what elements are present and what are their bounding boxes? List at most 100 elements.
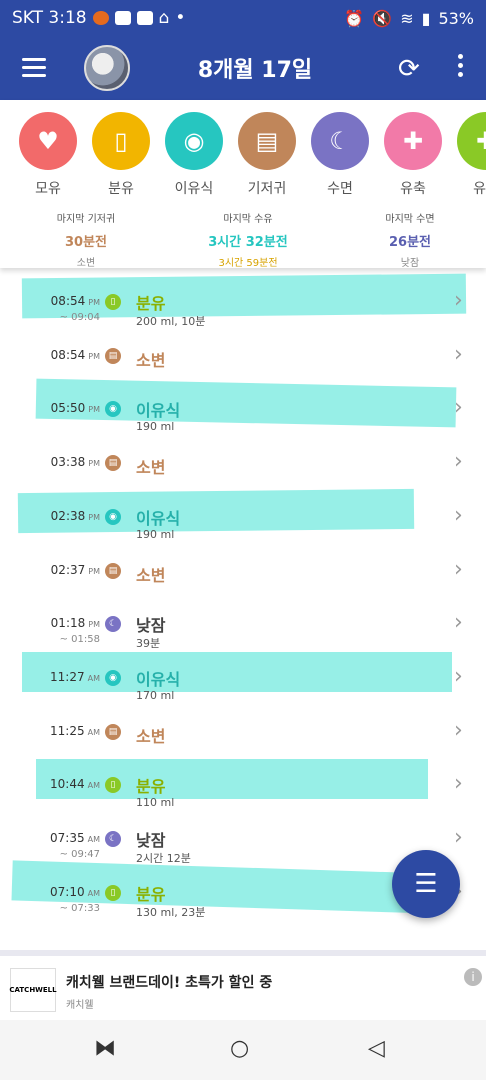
time-value: 11:27	[50, 669, 85, 684]
chevron-right-icon[interactable]: ›	[454, 557, 463, 582]
bottle-icon: ▯	[105, 884, 121, 901]
record-time: 03:38 PM	[30, 455, 100, 469]
record-time: 07:35 AM	[30, 831, 100, 845]
list-item[interactable]: 03:38 PM ▤ 소변 ›	[0, 437, 486, 493]
home-button-icon[interactable]: ○	[230, 1036, 249, 1061]
record-end-time: ~ 07:33	[59, 902, 100, 914]
ampm: AM	[87, 727, 100, 737]
time-value: 02:37	[50, 562, 86, 577]
ampm: AM	[87, 835, 100, 844]
record-name: 분유	[136, 294, 166, 313]
chevron-right-icon[interactable]: ›	[454, 449, 463, 474]
category-5[interactable]: ✚ 유축	[383, 112, 443, 198]
record-time: 07:10 AM	[30, 885, 100, 899]
ampm: AM	[87, 888, 100, 898]
category-4[interactable]: ☾ 수면	[310, 112, 370, 198]
notification-icon	[136, 11, 153, 25]
summary-value: 30분전	[64, 235, 107, 250]
category-label: 분유	[108, 181, 134, 197]
chevron-right-icon[interactable]: ›	[454, 664, 463, 689]
category-label: 기저귀	[247, 181, 287, 197]
record-name: 이유식	[136, 508, 181, 528]
list-item[interactable]: 11:25 AM ▤ 소변 ›	[0, 706, 486, 762]
system-nav-bar: ⧓ ○ ◁	[0, 1020, 486, 1080]
record-name: 소변	[136, 350, 166, 370]
time-value: 02:38	[50, 508, 86, 523]
record-detail: 190 ml	[136, 420, 175, 434]
list-item[interactable]: 02:37 PM ▤ 소변 ›	[0, 545, 486, 601]
avatar[interactable]	[84, 45, 130, 91]
record-name: 낮잠	[136, 831, 166, 850]
ampm: PM	[88, 351, 100, 361]
category-label: 이유식	[174, 181, 214, 197]
mute-icon: 🔇	[372, 8, 393, 28]
recents-icon[interactable]: ⧓	[94, 1036, 116, 1061]
list-item[interactable]: 10:44 AM ▯ 분유 110 ml ›	[0, 759, 486, 815]
record-name: 분유	[136, 884, 166, 904]
category-0[interactable]: ♥ 모유	[18, 112, 78, 198]
time-value: 07:35	[50, 831, 85, 845]
summary-value: 26분전	[388, 235, 431, 250]
list-item[interactable]: 02:38 PM ◉ 이유식 190 ml ›	[0, 488, 486, 547]
record-time: 01:18 PM	[30, 616, 100, 630]
summary-2: 마지막 수면 26분전 낮잠	[335, 210, 485, 268]
chevron-right-icon[interactable]: ›	[454, 288, 463, 313]
chevron-right-icon[interactable]: ›	[454, 825, 463, 850]
chevron-right-icon[interactable]: ›	[454, 395, 463, 420]
time-value: 08:54	[50, 347, 86, 362]
chevron-right-icon[interactable]: ›	[454, 503, 463, 528]
list-item[interactable]: 08:54 PM ▤ 소변 ›	[0, 330, 486, 386]
ad-title: 캐치웰 브랜드데이! 초특가 할인 중	[66, 975, 273, 991]
category-label: 유축	[400, 181, 426, 197]
ampm: AM	[87, 781, 100, 791]
summary-title: 마지막 수유	[223, 214, 273, 225]
sleep-icon: ☾	[105, 616, 121, 633]
notification-icon	[92, 11, 109, 25]
diaper-icon: ▤	[105, 723, 121, 740]
ampm: PM	[88, 566, 100, 576]
ampm: PM	[88, 620, 100, 630]
record-end-time: ~ 01:58	[59, 634, 100, 646]
record-time: 08:54 PM	[30, 294, 100, 308]
record-time: 05:50 PM	[30, 401, 100, 415]
more-icon[interactable]	[450, 54, 470, 82]
alarm-icon: ⏰	[344, 8, 365, 28]
list-item[interactable]: 11:27 AM ◉ 이유식 170 ml ›	[0, 651, 486, 708]
diaper-icon: ▤	[105, 347, 121, 364]
summary-sub: 소변	[76, 258, 96, 268]
record-time: 11:27 AM	[30, 670, 100, 684]
category-3[interactable]: ▤ 기저귀	[237, 112, 297, 198]
chevron-right-icon[interactable]: ›	[454, 718, 463, 743]
record-detail: 170 ml	[136, 688, 175, 702]
battery-level: 53%	[438, 8, 474, 28]
info-icon[interactable]: i	[464, 968, 482, 986]
category-6[interactable]: ✚ 유축	[456, 112, 486, 198]
record-name: 이유식	[136, 401, 181, 421]
chevron-right-icon[interactable]: ›	[454, 342, 463, 367]
record-name: 소변	[136, 565, 166, 585]
diaper-icon: ▤	[105, 562, 121, 579]
list-item[interactable]: 01:18 PM ~ 01:58 ☾ 낮잠 39분 ›	[0, 598, 486, 654]
back-icon[interactable]: ◁	[368, 1036, 385, 1061]
chevron-right-icon[interactable]: ›	[454, 771, 463, 796]
list-item[interactable]: 05:50 PM ◉ 이유식 190 ml ›	[0, 378, 486, 439]
status-bar: SKT 3:18 ⌂ • ⏰ 🔇 ≋ ▮ 53%	[0, 0, 486, 36]
record-detail: 130 ml, 23분	[136, 905, 206, 919]
chevron-right-icon[interactable]: ›	[454, 610, 463, 635]
list-view-button[interactable]: ☰	[392, 850, 460, 918]
sync-icon[interactable]: ⟳	[398, 54, 420, 84]
category-2[interactable]: ◉ 이유식	[164, 112, 224, 198]
ad-brand: 캐치웰	[66, 1000, 94, 1011]
category-label: 수면	[327, 181, 353, 197]
summary-1: 마지막 수유 3시간 32분전 3시간 59분전	[173, 210, 323, 268]
summary-sub: 낮잠	[400, 258, 420, 268]
ampm: PM	[88, 459, 100, 469]
category-1[interactable]: ▯ 분유	[91, 112, 151, 198]
time-value: 03:38	[50, 455, 86, 470]
diaper-icon: ▤	[105, 455, 121, 472]
menu-icon[interactable]	[22, 58, 46, 78]
record-time: 10:44 AM	[30, 777, 100, 791]
list-item[interactable]: 08:54 PM ~ 09:04 ▯ 분유 200 ml, 10분 ›	[0, 273, 486, 332]
ad-banner[interactable]: CATCHWELL 캐치웰 브랜드데이! 초특가 할인 중 캐치웰 i	[0, 950, 486, 1020]
category-bar: ♥모유▯분유◉이유식▤기저귀☾수면✚유축✚유축 마지막 기저귀30분전소변마지막…	[0, 100, 486, 268]
